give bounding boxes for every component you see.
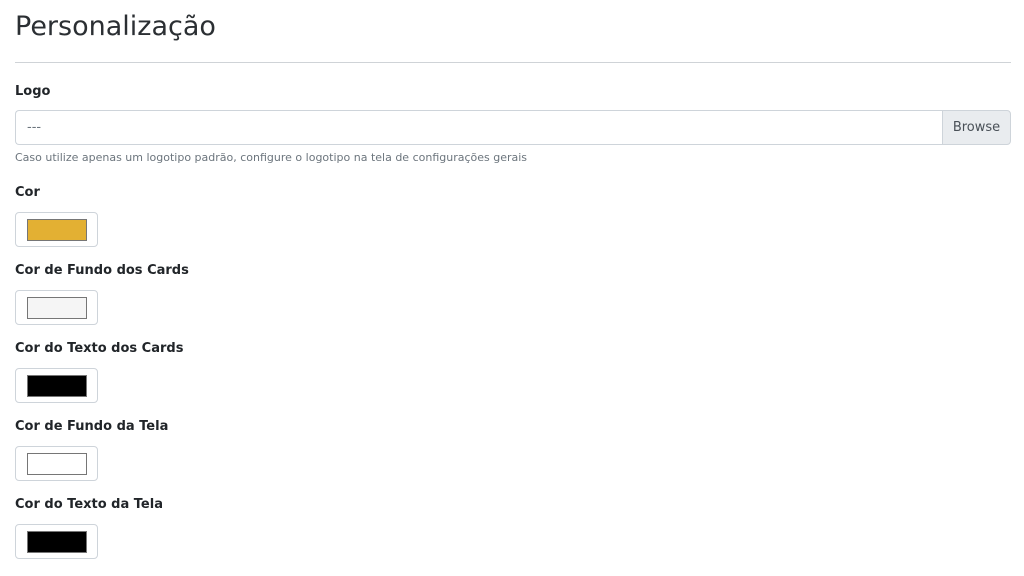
main-color-picker[interactable] — [15, 212, 98, 247]
screen-background-color-label: Cor de Fundo da Tela — [15, 419, 169, 434]
screen-text-color-swatch — [26, 530, 87, 553]
main-color-group: Cor — [15, 184, 1011, 247]
screen-background-color-swatch — [26, 452, 87, 475]
card-background-color-label: Cor de Fundo dos Cards — [15, 263, 189, 278]
card-text-color-group: Cor do Texto dos Cards — [15, 340, 1011, 403]
card-background-color-picker[interactable] — [15, 290, 98, 325]
screen-text-color-label: Cor do Texto da Tela — [15, 497, 163, 512]
screen-text-color-group: Cor do Texto da Tela — [15, 496, 1011, 559]
title-divider — [15, 62, 1011, 63]
logo-file-input[interactable]: --- Browse — [15, 110, 1011, 145]
page-title: Personalização — [15, 11, 216, 42]
logo-help-text: Caso utilize apenas um logotipo padrão, … — [15, 151, 528, 164]
card-background-color-group: Cor de Fundo dos Cards — [15, 262, 1011, 325]
logo-file-name[interactable]: --- — [15, 110, 942, 145]
screen-background-color-group: Cor de Fundo da Tela — [15, 418, 1011, 481]
personalization-page: Personalização Logo --- Browse Caso util… — [0, 0, 1024, 576]
card-background-color-swatch — [26, 296, 87, 319]
logo-label: Logo — [15, 84, 51, 99]
main-color-label: Cor — [15, 185, 40, 200]
main-color-swatch — [26, 218, 87, 241]
card-text-color-swatch — [26, 374, 87, 397]
logo-group: Logo --- Browse Caso utilize apenas um l… — [15, 83, 1011, 165]
card-text-color-label: Cor do Texto dos Cards — [15, 341, 184, 356]
screen-text-color-picker[interactable] — [15, 524, 98, 559]
screen-background-color-picker[interactable] — [15, 446, 98, 481]
browse-button[interactable]: Browse — [942, 110, 1011, 145]
card-text-color-picker[interactable] — [15, 368, 98, 403]
